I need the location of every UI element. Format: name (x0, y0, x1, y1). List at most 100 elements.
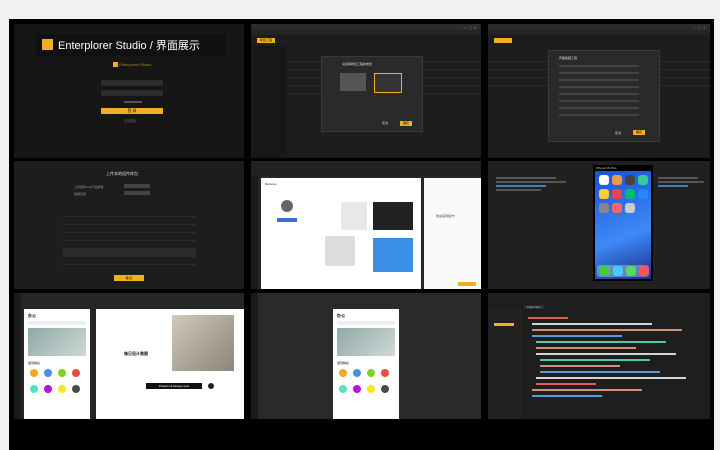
category-icon[interactable] (339, 385, 347, 393)
table-row[interactable] (62, 233, 196, 241)
code-line (658, 181, 704, 183)
forgot-password-link[interactable]: 忘记密码 (124, 119, 136, 123)
hero-title: Enterplorer Studio / 界面展示 (58, 37, 200, 53)
code-editor-right (656, 173, 710, 233)
maps-app-icon[interactable] (638, 175, 648, 185)
list-item[interactable] (559, 65, 639, 67)
category-icon[interactable] (381, 385, 389, 393)
browse-button[interactable] (124, 184, 150, 188)
code-line (532, 395, 602, 397)
editor-tab[interactable]: index.html (524, 305, 544, 309)
play-icon[interactable] (208, 383, 214, 389)
messages-app-icon[interactable] (626, 266, 636, 276)
card-subtitle: Passion & Design spot (146, 383, 202, 389)
app-title: 办公 (337, 313, 345, 318)
ios-simulator-tile: iPhone 6S Plus (488, 161, 710, 289)
category-icon[interactable] (72, 385, 80, 393)
code-line (532, 335, 622, 337)
new-project-button[interactable]: 新建工程 (257, 38, 275, 43)
small-logo: Enterplorer Studio (113, 62, 151, 68)
table-row[interactable] (62, 225, 196, 233)
table-row[interactable] (62, 209, 196, 217)
modal-cancel-button[interactable]: 取消 (615, 131, 621, 135)
new-project-button[interactable] (494, 38, 512, 43)
mobile-editor-tile: 办公 发现精彩 每日设计美图 Passion & Design spot (14, 293, 244, 419)
simulator-title: iPhone 6S Plus (596, 166, 617, 170)
sidebar (251, 46, 287, 158)
search-bar[interactable] (337, 321, 395, 325)
calendar-app-icon[interactable] (599, 175, 609, 185)
profile-button[interactable] (277, 218, 297, 222)
file-item-selected[interactable] (494, 323, 514, 326)
category-icon[interactable] (30, 369, 38, 377)
category-icon[interactable] (353, 385, 361, 393)
category-icon[interactable] (339, 369, 347, 377)
music-app-icon[interactable] (639, 266, 649, 276)
code-line (540, 359, 650, 361)
list-item[interactable] (559, 100, 639, 102)
reminders-app-icon[interactable] (612, 189, 622, 199)
category-icon[interactable] (367, 385, 375, 393)
panel-button[interactable] (458, 282, 476, 286)
project-type-option-selected[interactable] (374, 73, 402, 93)
list-item[interactable] (559, 79, 639, 81)
camera-app-icon[interactable] (625, 175, 635, 185)
design-canvas[interactable]: Behance (261, 178, 421, 289)
category-icon[interactable] (58, 385, 66, 393)
user-select[interactable] (101, 90, 163, 96)
category-icon[interactable] (353, 369, 361, 377)
ios-simulator: iPhone 6S Plus (593, 165, 653, 281)
modal-title: 界面截图工程 (559, 56, 578, 60)
device-image (373, 202, 413, 230)
directory-button[interactable] (124, 191, 150, 195)
category-icon[interactable] (72, 369, 80, 377)
table-row[interactable] (62, 257, 196, 265)
section-title: 发现精彩 (337, 361, 350, 365)
code-line (536, 383, 596, 385)
upload-tile: 上传本地组件库包 上传组件Link产品参数 选择目录 确 定 (14, 161, 244, 289)
safari-app-icon[interactable] (613, 266, 623, 276)
settings-app-icon[interactable] (599, 203, 609, 213)
welcome-text: 欢迎来到官方! (436, 214, 455, 218)
upload-title: 上传本地组件库包 (106, 171, 138, 176)
section-title: 发现精彩 (28, 361, 41, 365)
category-icon[interactable] (58, 369, 66, 377)
wallet-app-icon[interactable] (625, 203, 635, 213)
card-title: Behance (265, 182, 277, 186)
code-line (496, 181, 566, 183)
code-line (496, 185, 546, 187)
notes-app-icon[interactable] (599, 189, 609, 199)
confirm-button[interactable]: 确 定 (114, 275, 144, 281)
modal-ok-button[interactable]: 确定 (400, 121, 412, 126)
app-title: 办公 (28, 313, 36, 318)
phone-preview[interactable]: 办公 发现精彩 (333, 309, 399, 419)
category-icon[interactable] (44, 369, 52, 377)
category-icon[interactable] (44, 385, 52, 393)
ios-wallpaper (595, 171, 651, 279)
health-app-icon[interactable] (612, 203, 622, 213)
table-row[interactable] (62, 249, 196, 257)
login-button[interactable]: 登 录 (101, 108, 163, 114)
modal-cancel-button[interactable]: 取消 (382, 121, 388, 125)
code-line (532, 323, 652, 325)
hero-tile: Enterplorer Studio / 界面展示 Enterplorer St… (14, 24, 244, 158)
phone-app-icon[interactable] (600, 266, 610, 276)
photos-app-icon[interactable] (612, 175, 622, 185)
project-type-option[interactable] (340, 73, 366, 91)
search-bar[interactable] (28, 321, 86, 325)
table-row[interactable] (62, 217, 196, 225)
modal-ok-button[interactable]: 确定 (633, 130, 645, 135)
list-item[interactable] (559, 93, 639, 95)
list-item[interactable] (559, 72, 639, 74)
list-item[interactable] (559, 114, 639, 116)
list-item[interactable] (559, 107, 639, 109)
category-icon[interactable] (367, 369, 375, 377)
category-icon[interactable] (381, 369, 389, 377)
phone-preview[interactable]: 办公 发现精彩 (24, 309, 90, 419)
company-select[interactable] (101, 80, 163, 86)
list-item[interactable] (559, 86, 639, 88)
itunes-app-icon[interactable] (625, 189, 635, 199)
appstore-app-icon[interactable] (638, 189, 648, 199)
table-row[interactable] (62, 241, 196, 249)
category-icon[interactable] (30, 385, 38, 393)
